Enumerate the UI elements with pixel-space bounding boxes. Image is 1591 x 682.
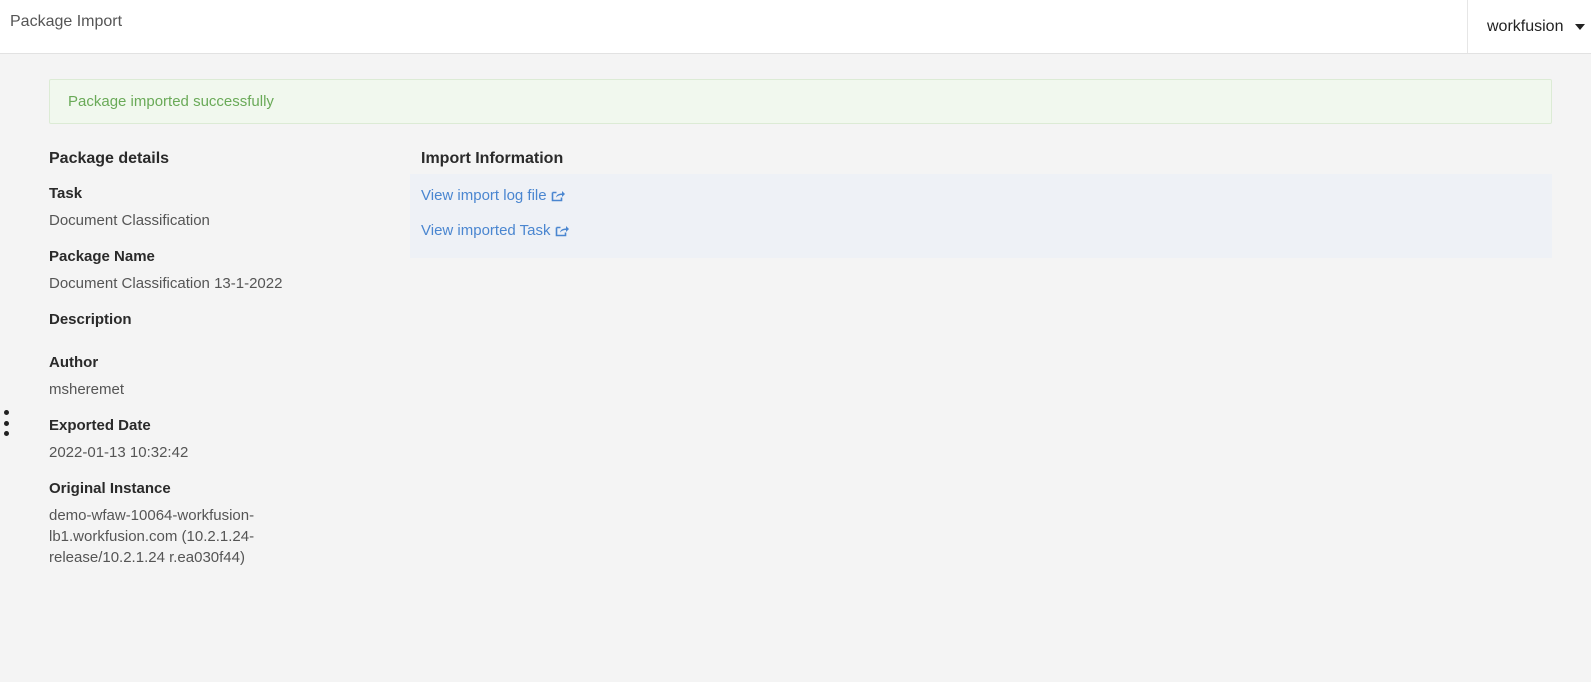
field-value: 2022-01-13 10:32:42	[49, 444, 189, 461]
view-import-log-link[interactable]: View import log file	[421, 185, 1552, 206]
field-label: Original Instance	[49, 480, 171, 497]
dot	[3, 410, 9, 415]
package-details-title: Package details	[49, 150, 170, 167]
view-imported-task-link[interactable]: View imported Task	[421, 220, 1552, 241]
field-value: Document Classification 13-1-2022	[49, 275, 283, 292]
field-author: Author msheremet	[49, 353, 389, 400]
field-value: msheremet	[49, 381, 125, 398]
field-task: Task Document Classification	[49, 184, 389, 231]
link-label: View import log file	[421, 187, 547, 204]
field-description: Description	[49, 310, 389, 329]
link-label: View imported Task	[421, 222, 551, 239]
import-information-title: Import Information	[421, 150, 564, 167]
field-label: Task	[49, 185, 83, 202]
caret-down-icon	[1575, 23, 1586, 30]
dot	[3, 420, 9, 426]
top-bar: Package Import workfusion	[0, 0, 1591, 54]
external-link-icon	[555, 226, 569, 237]
field-label: Description	[49, 311, 132, 328]
field-label: Author	[49, 354, 99, 371]
alert-message: Package imported successfully	[68, 93, 274, 110]
page-title: Package Import	[10, 13, 123, 30]
field-original-instance: Original Instance demo-wfaw-10064-workfu…	[49, 479, 389, 568]
external-link-icon	[551, 191, 565, 202]
vertical-ellipsis-icon[interactable]	[2, 410, 10, 436]
user-name: workfusion	[1487, 17, 1564, 35]
field-exported-date: Exported Date 2022-01-13 10:32:42	[49, 416, 389, 463]
field-package-name: Package Name Document Classification 13-…	[49, 247, 389, 294]
import-links-box: View import log file View imported Task	[410, 174, 1552, 258]
package-details-section: Package details Task Document Classifica…	[49, 150, 389, 584]
dot	[3, 431, 9, 436]
field-value: demo-wfaw-10064-workfusion-lb1.workfusio…	[49, 507, 255, 566]
field-label: Package Name	[49, 248, 155, 265]
import-information-section: Import Information View import log file …	[410, 150, 1552, 258]
field-value: Document Classification	[49, 212, 210, 229]
success-alert: Package imported successfully	[49, 79, 1552, 124]
user-menu-button[interactable]: workfusion	[1467, 0, 1591, 53]
field-label: Exported Date	[49, 417, 151, 434]
